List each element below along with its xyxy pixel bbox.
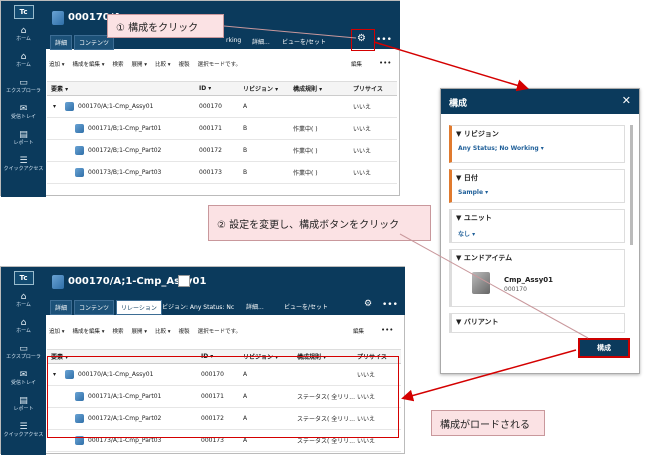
callout2-pointer xyxy=(399,233,589,339)
arrow-to-panel xyxy=(373,41,529,92)
callout1-pointer xyxy=(223,25,357,39)
annotation-arrows xyxy=(223,25,589,402)
arrow-to-result xyxy=(401,349,577,402)
